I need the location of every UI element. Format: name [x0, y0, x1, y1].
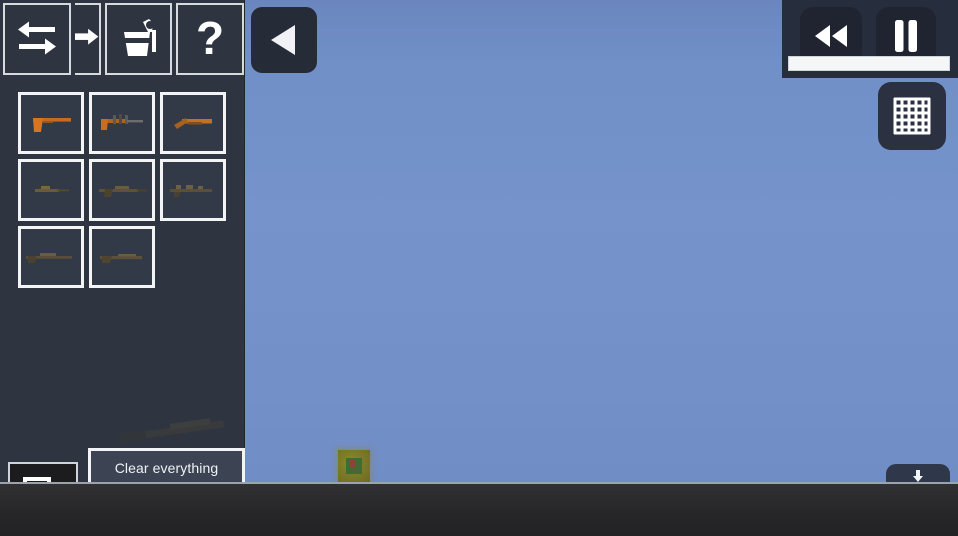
swap-button[interactable] [3, 3, 71, 75]
weapon-slot-rifle[interactable] [18, 159, 84, 221]
help-button[interactable]: ? [176, 3, 244, 75]
clear-actions: Clear everything Clear living [88, 448, 245, 532]
exit-icon [23, 477, 64, 513]
weapon-slot-assault[interactable] [160, 159, 226, 221]
question-mark-icon: ? [196, 14, 224, 64]
svg-text:?: ? [196, 14, 224, 64]
weapon-preview [119, 418, 225, 443]
crate-entity[interactable] [338, 450, 370, 482]
weapon-slot-carbine[interactable] [89, 159, 155, 221]
game-screen: ? Clear everything Clear living [0, 0, 958, 536]
pause-icon [895, 20, 917, 52]
sawed-off-icon [174, 118, 212, 129]
weapon-slot-pistol[interactable] [18, 92, 84, 154]
weapon-slot-sniper[interactable] [18, 226, 84, 288]
swap-icon [17, 21, 56, 55]
weapon-slot-smg[interactable] [89, 92, 155, 154]
clear-everything-button[interactable]: Clear everything [88, 448, 245, 488]
exit-button[interactable] [8, 462, 78, 528]
pistol-icon [33, 118, 71, 132]
paint-bucket-icon [123, 19, 156, 56]
grid-toggle-button[interactable] [878, 82, 946, 150]
download-button[interactable] [886, 464, 950, 504]
left-sidebar: ? Clear everything Clear living [0, 0, 245, 536]
rewind-icon [815, 25, 847, 47]
clear-living-button[interactable]: Clear living [88, 492, 245, 532]
triangle-left-icon [271, 25, 295, 55]
arrow-right-icon [74, 28, 98, 45]
rifle-icon [35, 186, 69, 192]
sniper-icon [26, 253, 72, 263]
weapon-slot-sawed-off[interactable] [160, 92, 226, 154]
carbine-icon [99, 186, 147, 197]
shotgun-icon [100, 254, 142, 263]
grid-icon [893, 97, 931, 135]
smg-icon [101, 114, 143, 130]
weapon-grid [18, 92, 233, 288]
paint-bucket-button[interactable] [104, 3, 173, 75]
next-button[interactable] [74, 3, 101, 75]
assault-icon [170, 185, 212, 197]
timeline-slider[interactable] [788, 56, 950, 71]
download-icon [913, 470, 923, 486]
sidebar-toolbar: ? [0, 0, 245, 78]
collapse-panel-button[interactable] [251, 7, 317, 73]
weapon-slot-shotgun[interactable] [89, 226, 155, 288]
